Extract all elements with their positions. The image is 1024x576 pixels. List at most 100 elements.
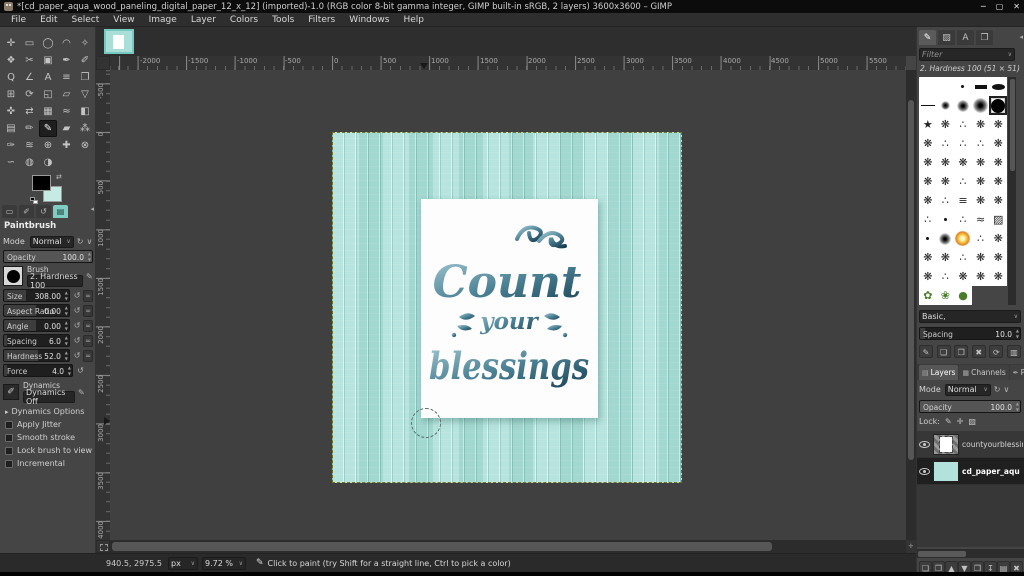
brush-noise[interactable]: ❋ xyxy=(919,153,937,172)
dynamics-options-expander[interactable]: ▸ Dynamics Options xyxy=(5,407,96,416)
brush-soft2[interactable] xyxy=(954,96,972,115)
smudge-tool[interactable]: ∽ xyxy=(2,154,20,171)
lock-pixels-toggle[interactable]: ✎ xyxy=(945,417,952,426)
angle-slider[interactable]: Angle0.00▲▼ xyxy=(3,319,70,332)
brush-sparse[interactable]: ∴ xyxy=(972,134,990,153)
mypaint-brush-tool[interactable]: ≋ xyxy=(21,137,39,154)
paintbrush-tool[interactable]: ✎ xyxy=(39,120,57,137)
tab-undo-history[interactable]: ↺ xyxy=(36,205,51,218)
brush-spacing-slider[interactable]: Spacing 10.0 ▲▼ xyxy=(919,327,1021,340)
spinner-arrows-icon[interactable]: ▲▼ xyxy=(1016,328,1019,340)
tab-images[interactable]: ▤ xyxy=(53,205,68,218)
brush-tags-input[interactable]: Basic, ∨ xyxy=(919,310,1021,323)
edit-dynamics-icon[interactable]: ✎ xyxy=(78,388,85,397)
ruler-corner-button[interactable] xyxy=(96,56,110,70)
brush-noise[interactable]: ❋ xyxy=(919,191,937,210)
menu-view[interactable]: View xyxy=(106,13,141,27)
spinner-arrows-icon[interactable]: ▲▼ xyxy=(68,365,71,377)
brush-noise[interactable]: ❋ xyxy=(972,153,990,172)
reset-icon[interactable]: ↺ xyxy=(72,290,83,302)
scale-tool[interactable]: ◱ xyxy=(39,86,57,103)
brush-noise[interactable]: ❋ xyxy=(989,267,1007,286)
spinner-arrows-icon[interactable]: ▲▼ xyxy=(65,290,68,302)
brush-noise[interactable]: ❋ xyxy=(972,248,990,267)
brush-grid-scrollbar[interactable] xyxy=(1008,77,1016,305)
brush-sparse[interactable]: ∴ xyxy=(937,267,955,286)
menu-image[interactable]: Image xyxy=(142,13,184,27)
brush-hatch[interactable]: ▨ xyxy=(989,210,1007,229)
pencil-tool[interactable]: ✏ xyxy=(21,120,39,137)
unit-select[interactable]: px∨ xyxy=(168,557,198,570)
brush-gap[interactable] xyxy=(989,286,1007,305)
horizontal-scrollbar[interactable] xyxy=(110,540,906,553)
horizontal-ruler[interactable]: -2000-1500-1000-500050010001500200025003… xyxy=(110,56,906,70)
brush-empty[interactable] xyxy=(919,77,937,96)
reset-icon[interactable]: ↺ xyxy=(75,365,86,377)
tab-fonts[interactable]: A xyxy=(957,30,974,45)
spinner-arrows-icon[interactable]: ▲▼ xyxy=(65,320,68,332)
blur-sharpen-tool[interactable]: ◍ xyxy=(21,154,39,171)
bucket-fill-tool[interactable]: ◧ xyxy=(76,103,94,120)
brush-noise[interactable]: ❋ xyxy=(919,248,937,267)
menu-edit[interactable]: Edit xyxy=(33,13,64,27)
force-slider[interactable]: Force4.0▲▼ xyxy=(3,364,73,377)
menu-windows[interactable]: Windows xyxy=(342,13,396,27)
free-select-tool[interactable]: ◠ xyxy=(58,35,76,52)
mode-menu-icon[interactable]: ∨ xyxy=(87,237,93,246)
checkbox-incremental[interactable]: Incremental xyxy=(5,459,96,468)
brush-noise[interactable]: ❋ xyxy=(919,134,937,153)
tab-patterns[interactable]: ▨ xyxy=(938,30,955,45)
spinner-arrows-icon[interactable]: ▲▼ xyxy=(65,350,68,362)
layer-mode-select[interactable]: Normal∨ xyxy=(945,384,991,396)
brush-gap[interactable] xyxy=(972,286,990,305)
layer-mode-menu-icon[interactable]: ∨ xyxy=(1004,385,1010,394)
brush-sparse[interactable]: ∴ xyxy=(954,172,972,191)
hardness-slider[interactable]: Hardness52.0▲▼ xyxy=(3,349,70,362)
brush-ellipse[interactable] xyxy=(989,77,1007,96)
brush-sparse[interactable]: ∴ xyxy=(954,210,972,229)
brush-sparse[interactable]: ∴ xyxy=(919,210,937,229)
lock-alpha-toggle[interactable]: ▨ xyxy=(968,417,976,426)
menu-layer[interactable]: Layer xyxy=(184,13,223,27)
swap-colors-icon[interactable]: ⇄ xyxy=(56,173,62,181)
brush-noise[interactable]: ❋ xyxy=(989,172,1007,191)
checkbox-smooth-stroke[interactable]: Smooth stroke xyxy=(5,433,96,442)
visibility-eye-icon[interactable] xyxy=(919,468,930,475)
brush-sparse[interactable]: ∴ xyxy=(972,229,990,248)
brush-sparse[interactable]: ∴ xyxy=(937,134,955,153)
foreground-color-swatch[interactable] xyxy=(32,175,51,191)
perspective-clone-tool[interactable]: ⊗ xyxy=(76,137,94,154)
crop-tool[interactable]: ❐ xyxy=(76,69,94,86)
menu-colors[interactable]: Colors xyxy=(223,13,265,27)
scrollbar-thumb[interactable] xyxy=(112,542,772,551)
cage-transform-tool[interactable]: ▦ xyxy=(39,103,57,120)
layer-row[interactable]: cd_paper_aqu xyxy=(917,458,1024,485)
brush-lines[interactable]: ≡ xyxy=(954,191,972,210)
tab-document-history[interactable]: ❐ xyxy=(976,30,993,45)
tab-layers[interactable]: ▤Layers xyxy=(919,365,958,380)
menu-select[interactable]: Select xyxy=(65,13,107,27)
brush-noise[interactable]: ❋ xyxy=(989,115,1007,134)
brush-noise[interactable]: ❋ xyxy=(972,267,990,286)
vertical-ruler[interactable]: -50005001000150020002500300035004000 xyxy=(96,70,110,540)
brush-hardsel[interactable] xyxy=(989,96,1007,115)
brush-sparse[interactable]: ∴ xyxy=(937,191,955,210)
minimize-button[interactable]: ─ xyxy=(981,0,986,13)
brush-line[interactable] xyxy=(919,96,937,115)
layer-thumbnail[interactable] xyxy=(933,434,959,455)
link-toggle-icon[interactable]: ∞ xyxy=(83,350,93,362)
link-toggle-icon[interactable]: ∞ xyxy=(83,320,93,332)
brush-glow[interactable] xyxy=(954,229,972,248)
brush-noise[interactable]: ❋ xyxy=(972,115,990,134)
brush-soft1[interactable] xyxy=(937,96,955,115)
eraser-tool[interactable]: ▰ xyxy=(58,120,76,137)
scrollbar-thumb[interactable] xyxy=(918,551,966,557)
quick-mask-toggle[interactable] xyxy=(96,540,110,553)
brush-tab-menu-icon[interactable]: ◂ xyxy=(1019,30,1023,46)
brush-noise[interactable]: ❋ xyxy=(919,172,937,191)
new-brush-button[interactable]: ❏ xyxy=(937,345,951,358)
tab-tool-options[interactable]: ▭ xyxy=(2,205,17,218)
image-tab-thumbnail[interactable] xyxy=(104,29,134,54)
checkbox-lock-brush-to-view[interactable]: Lock brush to view xyxy=(5,446,96,455)
lock-position-toggle[interactable]: ✛ xyxy=(957,417,964,426)
